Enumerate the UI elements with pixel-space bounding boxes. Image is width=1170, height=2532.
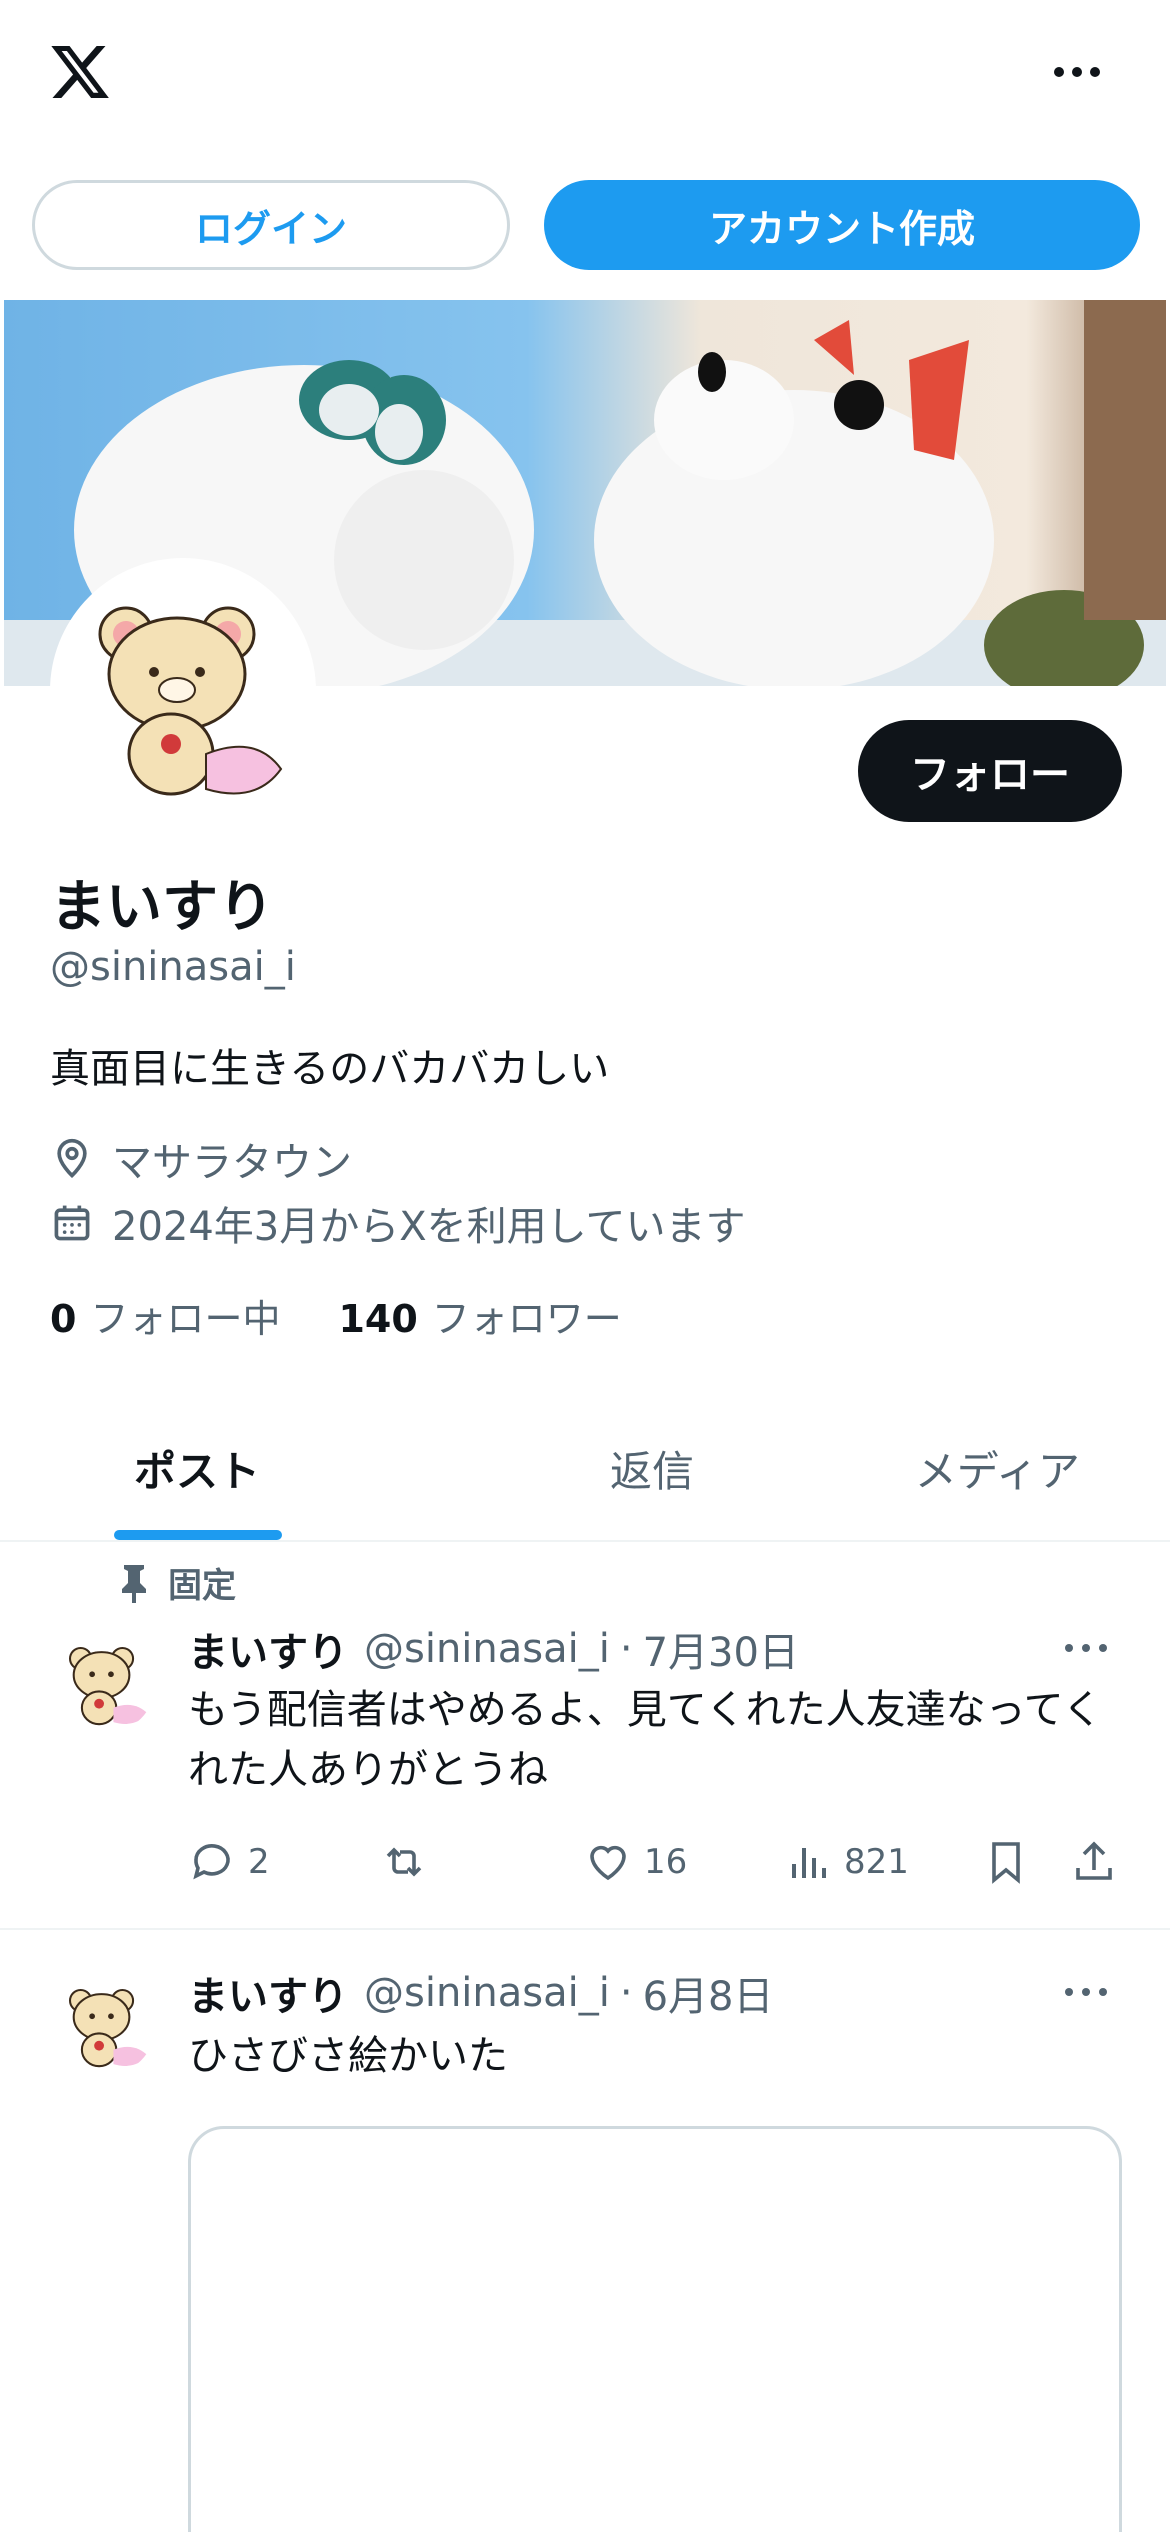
- location-pin-icon: [57, 1138, 87, 1179]
- post-header: まいすり @sininasai_i · 7月30日: [188, 1620, 799, 1678]
- following-label: フォロー中: [90, 1297, 281, 1341]
- pinned-indicator: 固定: [118, 1558, 236, 1607]
- post-separator-2: ·: [619, 1970, 633, 2016]
- bookmark-icon: [992, 1842, 1020, 1884]
- post-author-handle-2[interactable]: @sininasai_i: [364, 1970, 610, 2016]
- analytics-icon: [792, 1848, 826, 1878]
- post-more-icon-2[interactable]: [1056, 1977, 1116, 2007]
- like-button[interactable]: 16: [584, 1838, 687, 1886]
- calendar-icon: [54, 1205, 90, 1241]
- followers-count: 140: [338, 1297, 418, 1341]
- profile-display-name: まいすり: [50, 875, 274, 940]
- tab-replies[interactable]: 返信: [479, 1396, 824, 1540]
- post-author-name[interactable]: まいすり: [188, 1620, 348, 1678]
- views-count: 821: [844, 1842, 909, 1882]
- tab-posts[interactable]: ポスト: [0, 1396, 479, 1540]
- share-button[interactable]: [1070, 1838, 1118, 1886]
- top-bar: [0, 0, 1170, 150]
- like-count: 16: [644, 1842, 688, 1882]
- tab-media[interactable]: メディア: [825, 1396, 1170, 1540]
- followers-label: フォロワー: [431, 1297, 622, 1341]
- repost-button[interactable]: [380, 1838, 428, 1886]
- post-header-2: まいすり @sininasai_i · 6月8日: [188, 1964, 773, 2022]
- active-tab-indicator: [114, 1530, 282, 1540]
- post-divider: [0, 1928, 1170, 1930]
- share-icon: [1076, 1841, 1112, 1880]
- post-media[interactable]: [188, 2126, 1122, 2532]
- reply-button[interactable]: 2: [188, 1838, 270, 1886]
- views-button[interactable]: 821: [784, 1838, 909, 1886]
- joined-text: 2024年3月からXを利用しています: [112, 1204, 746, 1250]
- post-separator: ·: [619, 1626, 633, 1672]
- follow-button[interactable]: フォロー: [858, 720, 1122, 822]
- heart-icon: [590, 1845, 626, 1881]
- repost-icon: [386, 1847, 422, 1877]
- more-horizontal-icon[interactable]: [1042, 52, 1112, 92]
- post-date[interactable]: 7月30日: [643, 1620, 799, 1678]
- auth-buttons: ログイン アカウント作成: [32, 180, 1140, 270]
- pinned-label: 固定: [168, 1566, 236, 1606]
- followers-link[interactable]: 140 フォロワー: [338, 1288, 621, 1343]
- post-date-2[interactable]: 6月8日: [643, 1964, 774, 2022]
- post-author-handle[interactable]: @sininasai_i: [364, 1626, 610, 1672]
- login-button[interactable]: ログイン: [32, 180, 510, 270]
- profile-bio: 真面目に生きるのバカバカしい: [50, 1046, 610, 1092]
- post-author-name-2[interactable]: まいすり: [188, 1964, 348, 2022]
- bookmark-button[interactable]: [982, 1838, 1030, 1886]
- post-text: もう配信者はやめるよ、見てくれた人友達なってくれた人ありがとうね: [188, 1687, 1103, 1793]
- post-actions: 2 16 821: [188, 1838, 1128, 1898]
- tab-media-label: メディア: [914, 1446, 1080, 1496]
- profile-joined: 2024年3月からXを利用しています: [50, 1194, 745, 1252]
- post-text-2: ひさびさ絵かいた: [188, 2033, 508, 2079]
- profile-handle: @sininasai_i: [50, 944, 296, 990]
- reply-count: 2: [248, 1842, 270, 1882]
- follow-stats: 0 フォロー中 140 フォロワー: [50, 1288, 622, 1343]
- post-avatar-2[interactable]: [52, 1972, 156, 2076]
- following-count: 0: [50, 1297, 77, 1341]
- profile-location: マサラタウン: [50, 1130, 352, 1188]
- profile-avatar[interactable]: [50, 558, 316, 824]
- reply-icon: [193, 1844, 230, 1880]
- tab-replies-label: 返信: [609, 1446, 694, 1496]
- x-logo-icon[interactable]: [46, 40, 114, 104]
- pin-icon: [122, 1564, 146, 1603]
- create-account-button[interactable]: アカウント作成: [544, 180, 1140, 270]
- post-avatar[interactable]: [52, 1630, 156, 1734]
- location-text: マサラタウン: [112, 1140, 352, 1186]
- post-more-icon[interactable]: [1056, 1633, 1116, 1663]
- following-link[interactable]: 0 フォロー中: [50, 1288, 280, 1343]
- profile-tabs: ポスト 返信 メディア: [0, 1396, 1170, 1542]
- tab-posts-label: ポスト: [134, 1446, 261, 1496]
